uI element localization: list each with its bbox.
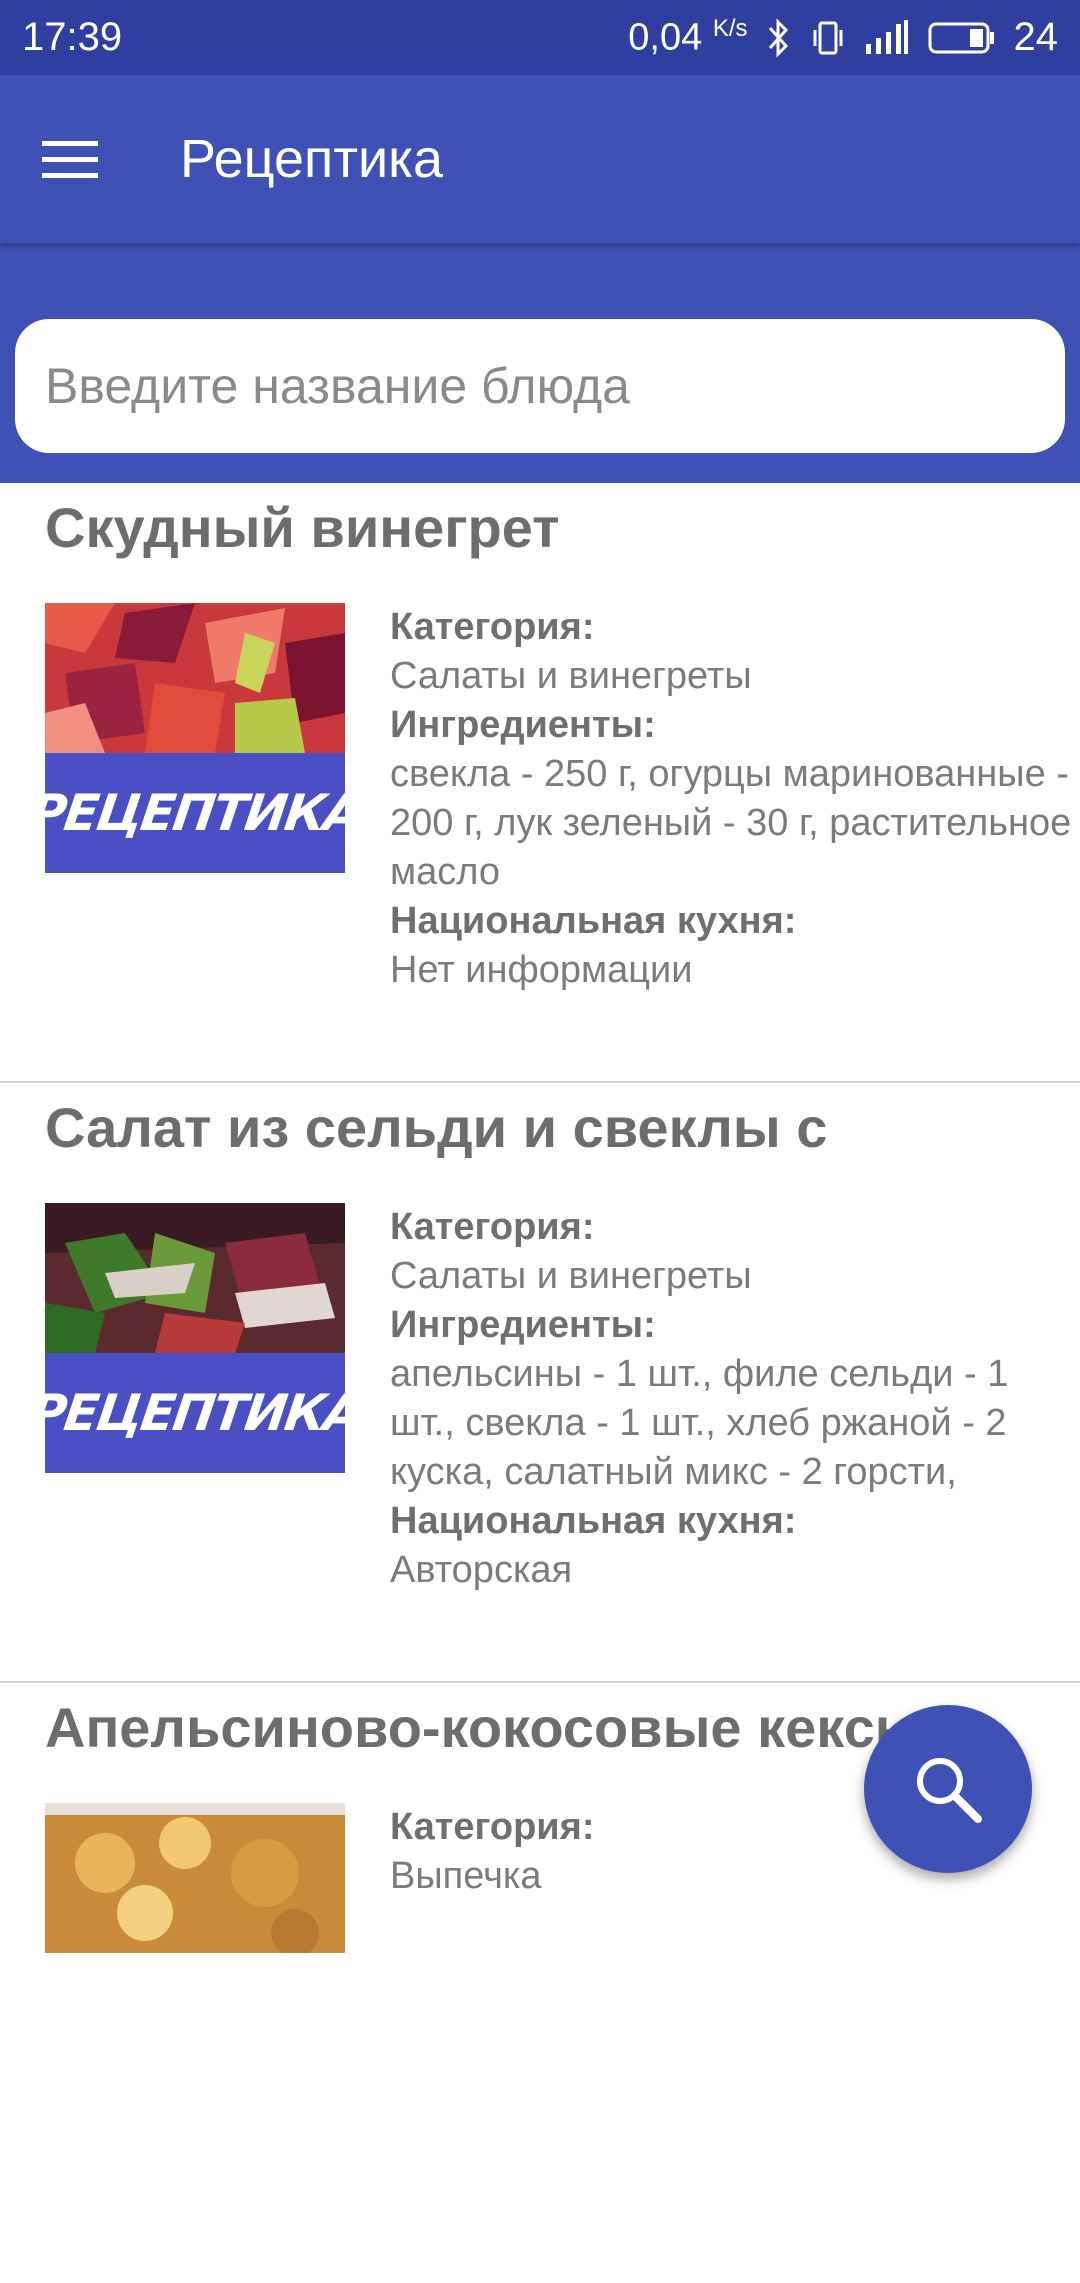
search-icon <box>917 1758 982 1823</box>
recipe-card[interactable]: Салат из сельди и свеклы с РЕЦЕПТИКА Кат… <box>0 1083 1080 1683</box>
status-bar: 17:39 0,04 K/s 24 <box>0 0 1080 75</box>
recipe-details: Категория: Салаты и винегреты Ингредиент… <box>390 1203 1080 1595</box>
search-box[interactable] <box>15 319 1065 453</box>
recipe-title: Апельсиново-кокосовые кексы <box>45 1696 923 1759</box>
status-icons: 0,04 K/s 24 <box>628 15 1058 60</box>
cuisine-label: Национальная кухня: <box>390 1500 797 1542</box>
cuisine-value: Авторская <box>390 1549 573 1591</box>
category-value: Салаты и винегреты <box>390 1255 752 1297</box>
recipe-image: РЕЦЕПТИКА <box>45 603 345 873</box>
recipe-title: Скудный винегрет <box>45 496 560 559</box>
ingredients-label: Ингредиенты: <box>390 1304 656 1346</box>
battery-icon <box>928 20 996 56</box>
battery-level: 24 <box>1013 15 1059 59</box>
recipe-list: Скудный винегрет РЕЦЕПТИКА Категория: Са… <box>0 483 1080 2283</box>
food-photo <box>45 603 345 753</box>
bluetooth-icon <box>766 17 792 58</box>
search-input[interactable] <box>43 356 1037 416</box>
vibrate-icon <box>810 18 846 58</box>
ingredients-value: свекла - 250 г, огурцы маринованные - 20… <box>390 753 1072 893</box>
brand-watermark: РЕЦЕПТИКА <box>45 753 345 873</box>
category-value: Салаты и винегреты <box>390 655 752 697</box>
search-area <box>0 243 1080 483</box>
app-bar: Рецептика <box>0 75 1080 243</box>
search-fab-button[interactable] <box>864 1705 1032 1873</box>
cuisine-value: Нет информации <box>390 949 693 991</box>
status-time: 17:39 <box>22 15 123 59</box>
cuisine-label: Национальная кухня: <box>390 900 797 942</box>
recipe-image: РЕЦЕПТИКА <box>45 1203 345 1473</box>
recipe-details: Категория: Салаты и винегреты Ингредиент… <box>390 603 1080 995</box>
signal-icon <box>864 18 910 58</box>
ingredients-label: Ингредиенты: <box>390 704 656 746</box>
recipe-card[interactable]: Скудный винегрет РЕЦЕПТИКА Категория: Са… <box>0 483 1080 1083</box>
food-photo <box>45 1803 345 1953</box>
network-speed: 0,04 K/s <box>628 15 748 59</box>
app-title: Рецептика <box>180 129 444 189</box>
brand-watermark: РЕЦЕПТИКА <box>45 1353 345 1473</box>
menu-icon[interactable] <box>0 75 140 243</box>
category-label: Категория: <box>390 1206 595 1248</box>
category-label: Категория: <box>390 606 595 648</box>
recipe-image <box>45 1803 345 2073</box>
food-photo <box>45 1203 345 1353</box>
recipe-title: Салат из сельди и свеклы с <box>45 1096 828 1159</box>
ingredients-value: апельсины - 1 шт., филе сельди - 1 шт., … <box>390 1353 1009 1493</box>
